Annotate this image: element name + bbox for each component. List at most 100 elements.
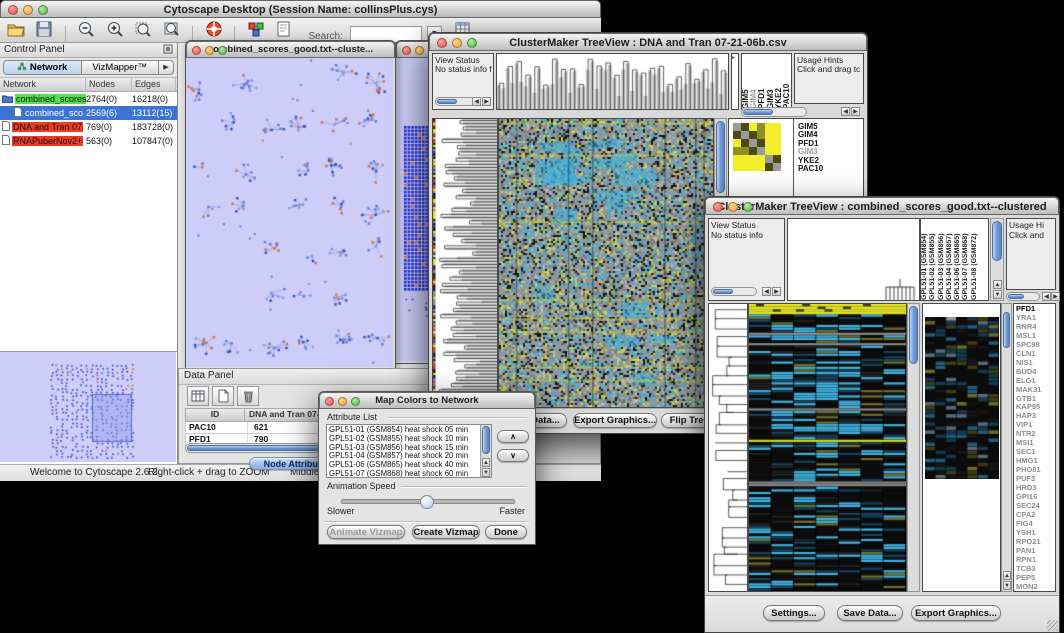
tv1-heatmap[interactable]	[498, 118, 714, 408]
move-up-button[interactable]: ∧	[497, 430, 529, 443]
main-title-bar[interactable]: Cytoscape Desktop (Session Name: collins…	[0, 0, 601, 18]
help-icon[interactable]	[203, 19, 225, 39]
scroll-right-icon[interactable]: ▶	[851, 107, 860, 116]
tv1-hscrollbar[interactable]	[741, 107, 807, 117]
column-header-id[interactable]: ID	[186, 409, 245, 421]
minimize-icon[interactable]	[415, 46, 424, 55]
tv2-gene-label[interactable]: MAK31	[1016, 386, 1053, 395]
tv2-col-label[interactable]: GPL51-07 (GSM868)	[962, 219, 970, 300]
tv2-sub-heatmap[interactable]	[925, 317, 999, 479]
tv1-row-dendrogram[interactable]	[432, 118, 498, 408]
tv2-gene-label[interactable]: VIP1	[1016, 421, 1053, 430]
zoom-fit-icon[interactable]	[161, 19, 183, 39]
tv2-gene-label[interactable]: PHO81	[1016, 466, 1053, 475]
tv2-column-dendrogram[interactable]	[787, 218, 920, 301]
scroll-right-icon[interactable]: ▶	[482, 97, 491, 106]
network-window-1-title-bar[interactable]: combined_scores_good.txt--cluste...	[186, 41, 395, 58]
column-header[interactable]: Nodes	[86, 78, 132, 91]
tv2-gene-label[interactable]: RNR4	[1016, 323, 1053, 332]
tv2-status-hscrollbar[interactable]	[711, 287, 757, 296]
zoom-window-icon[interactable]	[467, 38, 477, 48]
tab-vizmapper[interactable]: VizMapper™	[82, 60, 160, 75]
select-attributes-icon[interactable]	[187, 386, 209, 406]
minimize-icon[interactable]	[452, 38, 462, 48]
annotation-icon[interactable]	[273, 19, 295, 39]
tv1-col-label[interactable]: YKE2	[775, 54, 783, 109]
tv2-gene-label[interactable]: KAP95	[1016, 403, 1053, 412]
tv2-gene-label[interactable]: RPO21	[1016, 538, 1053, 547]
tv2-col-label[interactable]: GPL51-08 (GSM872)	[971, 219, 979, 300]
tv2-gene-label[interactable]: PFD1	[1016, 305, 1053, 314]
tab-overflow-icon[interactable]: ▶	[159, 60, 174, 75]
tv2-vscrollbar[interactable]	[907, 303, 920, 592]
save-data-button[interactable]: Save Data...	[837, 605, 903, 621]
tv1-column-dendrogram[interactable]	[496, 53, 729, 110]
tab-network[interactable]: Network	[3, 60, 82, 75]
minimize-icon[interactable]	[205, 46, 214, 55]
tv2-gene-label[interactable]: FIG4	[1016, 520, 1053, 529]
tv2-gene-label[interactable]: YRA1	[1016, 314, 1053, 323]
float-panel-icon[interactable]	[163, 44, 173, 57]
tv2-gene-label[interactable]: ELG1	[1016, 377, 1053, 386]
tv1-col-label[interactable]: GIM5	[742, 54, 750, 109]
animate-vizmap-button[interactable]: Animate Vizmap	[327, 525, 405, 539]
tv2-gene-label[interactable]: CPA2	[1016, 511, 1053, 520]
tv1-col-label[interactable]: GIM3	[767, 54, 775, 109]
close-icon[interactable]	[192, 46, 201, 55]
tv2-top-vscrollbar[interactable]: ▲▼	[990, 218, 1004, 301]
delete-attribute-icon[interactable]	[237, 386, 259, 406]
tv2-col-label[interactable]: GPL51-03 (GSM856)	[938, 219, 946, 300]
network-view-canvas[interactable]	[186, 58, 393, 367]
animation-speed-slider[interactable]	[341, 499, 515, 504]
done-button[interactable]: Done	[485, 525, 527, 539]
tv2-heatmap[interactable]	[748, 303, 907, 592]
tv2-col-label[interactable]: GPL51-02 (GSM855)	[929, 219, 937, 300]
tv1-gene-label[interactable]: PAC10	[798, 165, 823, 173]
tv2-gene-label[interactable]: TCB3	[1016, 565, 1053, 574]
open-icon[interactable]	[5, 19, 27, 39]
tv2-gene-label[interactable]: HAP3	[1016, 412, 1053, 421]
close-icon[interactable]	[8, 5, 18, 15]
tv2-gene-label[interactable]: BUD4	[1016, 368, 1053, 377]
scroll-right-icon[interactable]: ▶	[772, 287, 781, 296]
tv2-gene-label[interactable]: PEP5	[1016, 574, 1053, 583]
tv2-gene-label[interactable]: SEC1	[1016, 448, 1053, 457]
tv2-gene-label[interactable]: PAN1	[1016, 547, 1053, 556]
tv2-gene-label[interactable]: SPC98	[1016, 341, 1053, 350]
column-header[interactable]: Edges	[132, 78, 176, 91]
tv2-gene-label[interactable]: MSI1	[1016, 439, 1053, 448]
close-icon[interactable]	[713, 202, 723, 212]
treeview1-title-bar[interactable]: ClusterMaker TreeView : DNA and Tran 07-…	[429, 33, 867, 51]
tv2-gene-label[interactable]: CLN1	[1016, 350, 1053, 359]
close-icon[interactable]	[437, 38, 447, 48]
tv2-sub-vscrollbar[interactable]: ▲▼	[1001, 303, 1012, 592]
tv1-similarity-matrix[interactable]	[733, 123, 781, 171]
zoom-out-icon[interactable]	[75, 19, 97, 39]
slider-thumb[interactable]	[420, 495, 434, 509]
minimize-icon[interactable]	[23, 5, 33, 15]
tv2-gene-label[interactable]: GPI16	[1016, 493, 1053, 502]
settings-button[interactable]: Settings...	[763, 605, 825, 621]
tv2-gene-label[interactable]: NTR2	[1016, 430, 1053, 439]
tv2-gene-label[interactable]: NIS1	[1016, 359, 1053, 368]
tv2-col-label[interactable]: GPL51-04 (GSM857)	[946, 219, 954, 300]
save-icon[interactable]	[33, 19, 55, 39]
scroll-right-icon[interactable]: ▶	[1051, 292, 1060, 301]
move-down-button[interactable]: ∨	[497, 449, 529, 462]
minimize-icon[interactable]	[728, 202, 738, 212]
zoom-in-icon[interactable]	[104, 19, 126, 39]
treeview2-title-bar[interactable]: ClusterMaker TreeView : combined_scores_…	[705, 197, 1059, 215]
column-header[interactable]: Network	[0, 78, 86, 91]
attribute-list-vscrollbar[interactable]: ▲▼	[480, 425, 491, 477]
tv2-gene-label[interactable]: HMG1	[1016, 457, 1053, 466]
export-graphics-button[interactable]: Export Graphics...	[573, 413, 657, 428]
tv2-gene-label[interactable]: MSL1	[1016, 332, 1053, 341]
tv2-gene-label[interactable]: HRD3	[1016, 484, 1053, 493]
resize-grip[interactable]	[1047, 620, 1058, 631]
tv2-gene-label[interactable]: RPN1	[1016, 556, 1053, 565]
tv1-col-label[interactable]: PAC10	[783, 54, 791, 109]
create-vizmap-button[interactable]: Create Vizmap	[412, 525, 480, 539]
close-icon[interactable]	[402, 46, 411, 55]
tv2-gene-label[interactable]: PUF3	[1016, 475, 1053, 484]
zoom-window-icon[interactable]	[218, 46, 227, 55]
